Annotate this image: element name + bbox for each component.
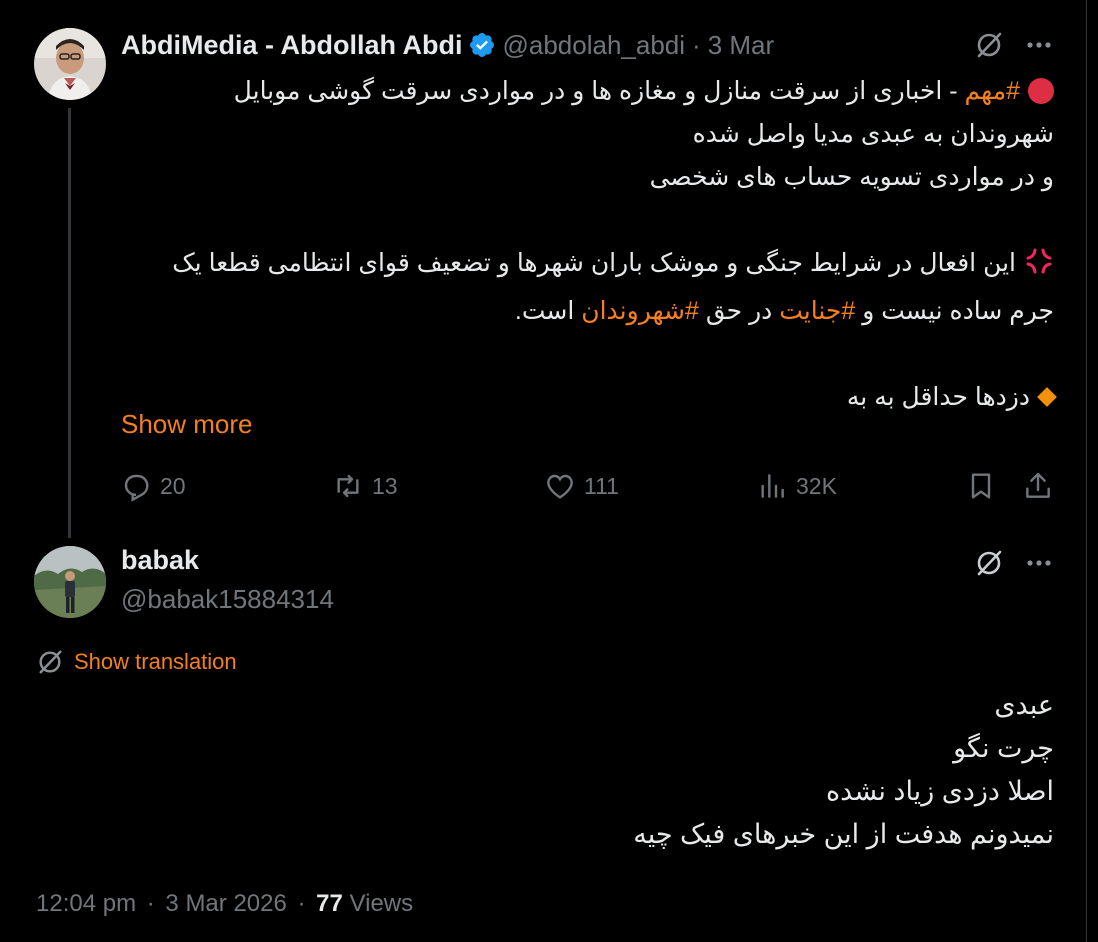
reply-button[interactable]: 20 xyxy=(120,470,186,502)
grok-icon[interactable] xyxy=(972,28,1006,62)
hashtag-link[interactable]: #جنایت xyxy=(779,297,855,325)
tweet-text: است. xyxy=(514,297,582,325)
reply-line: اصلا دزدی زیاد نشده xyxy=(826,776,1054,806)
tweet-line-5: اين افعال در شرايط جنگی و موشک باران شهر… xyxy=(120,242,1054,290)
like-button[interactable]: 111 xyxy=(544,470,619,502)
reply-meta-row: 12:04 pm · 3 Mar 2026 · 77 Views xyxy=(36,890,413,918)
reply-date[interactable]: 3 Mar 2026 xyxy=(165,890,286,917)
reply-author-handle[interactable]: @babak15884314 xyxy=(121,584,334,615)
tweet-header: AbdiMedia - Abdollah Abdi @abdolah_abdi … xyxy=(121,28,774,62)
views-count: 32K xyxy=(796,472,837,499)
separator-dot: · xyxy=(692,29,701,60)
hashtag-link[interactable]: #شهروندان xyxy=(581,297,699,325)
tweet-line-3: و در مواردی تسویه حساب های شخصی xyxy=(649,163,1054,191)
more-icon[interactable] xyxy=(1022,28,1056,62)
orange-diamond-icon xyxy=(1037,387,1057,407)
bookmark-icon xyxy=(965,470,997,502)
verified-badge-icon xyxy=(468,31,496,59)
reply-line: چرت نگو xyxy=(953,733,1054,763)
show-more-link[interactable]: Show more xyxy=(121,409,253,440)
reply-header: babak @babak15884314 xyxy=(121,545,334,615)
author-handle[interactable]: @abdolah_abdi xyxy=(502,30,685,61)
tweet-body: #مهم - اخباری از سرقت منازل و مغازه ها و… xyxy=(120,70,1057,419)
anger-symbol-icon xyxy=(1024,246,1054,290)
repost-button[interactable]: 13 xyxy=(332,470,398,502)
grok-icon[interactable] xyxy=(972,546,1006,580)
reply-views-count: 77 xyxy=(316,890,343,917)
reply-author-display-name[interactable]: babak xyxy=(121,545,334,576)
reply-icon xyxy=(120,470,152,502)
tweet-action-bar: 20 13 111 32K xyxy=(120,466,1056,506)
tweet-line-8: دزدها حداقل به به xyxy=(120,376,1057,419)
heart-icon xyxy=(544,470,576,502)
separator-dot: · xyxy=(146,890,155,917)
repost-icon xyxy=(332,470,364,502)
tweet-line-1: #مهم - اخباری از سرقت منازل و مغازه ها و… xyxy=(120,70,1054,113)
red-circle-icon xyxy=(1028,78,1054,104)
tweet-line-2: شهروندان به عبدی مدیا واصل شده xyxy=(692,120,1054,148)
hashtag-link[interactable]: #مهم xyxy=(965,77,1020,105)
separator-dot: · xyxy=(297,890,306,917)
more-icon[interactable] xyxy=(1022,546,1056,580)
tweet-text: دزدها حداقل به به xyxy=(846,383,1030,411)
tweet-date[interactable]: 3 Mar xyxy=(708,30,774,61)
tweet-text: اين افعال در شرايط جنگی و موشک باران شهر… xyxy=(172,249,1016,277)
reply-top-icons xyxy=(972,546,1056,580)
bookmark-button[interactable] xyxy=(965,470,997,502)
tweet-text: جرم ساده نیست و xyxy=(855,297,1054,325)
show-translation-link[interactable]: Show translation xyxy=(36,648,237,676)
right-border xyxy=(1086,0,1087,942)
reply-line: نمیدونم هدفت از این خبرهای فیک چیه xyxy=(633,819,1054,849)
reply-views-label: Views xyxy=(349,890,414,917)
reply-body: عبدی چرت نگو اصلا دزدی زیاد نشده نمیدونم… xyxy=(633,684,1054,856)
reply-timestamp[interactable]: 12:04 pm xyxy=(36,890,136,917)
like-count: 111 xyxy=(584,472,619,499)
reply-author-avatar[interactable] xyxy=(34,546,106,618)
tweet-top-icons xyxy=(972,28,1056,62)
views-icon xyxy=(756,470,788,502)
share-button[interactable] xyxy=(1022,470,1054,502)
thread-line xyxy=(68,108,71,538)
repost-count: 13 xyxy=(372,472,398,499)
views-button[interactable]: 32K xyxy=(756,470,837,502)
tweet-text: - اخباری از سرقت منازل و مغازه ها و در م… xyxy=(233,77,965,105)
reply-line: عبدی xyxy=(994,690,1054,720)
author-avatar[interactable] xyxy=(34,28,106,100)
share-icon xyxy=(1022,470,1054,502)
globe-icon xyxy=(36,648,64,676)
tweet-line-6: جرم ساده نیست و #جنایت در حق #شهروندان ا… xyxy=(120,290,1054,333)
show-translation-label: Show translation xyxy=(74,649,237,674)
tweet-text: در حق xyxy=(698,297,780,325)
author-display-name[interactable]: AbdiMedia - Abdollah Abdi xyxy=(121,30,462,61)
reply-count: 20 xyxy=(160,472,186,499)
